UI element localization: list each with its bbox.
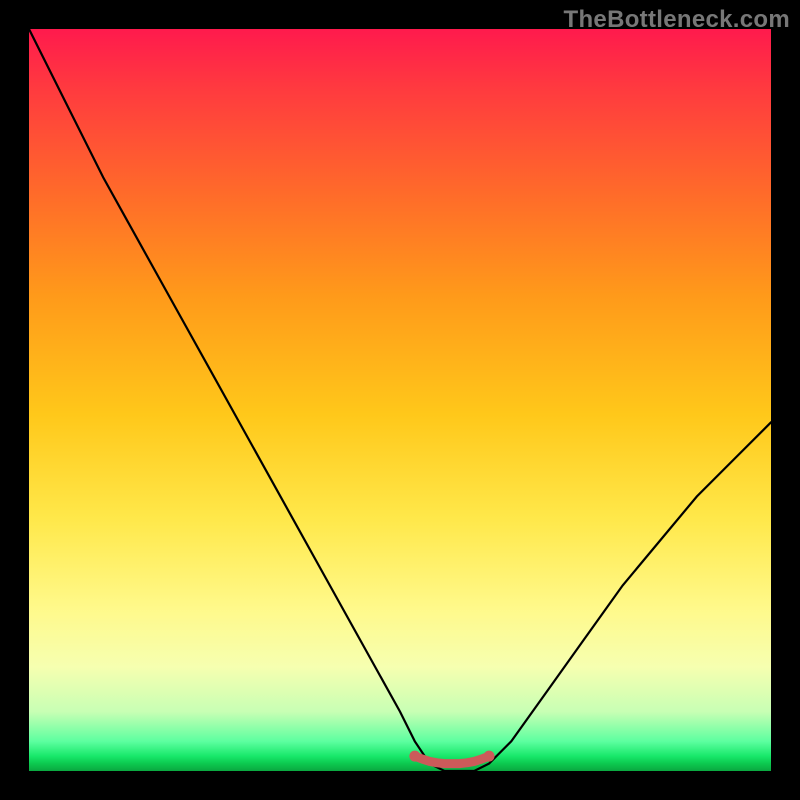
chart-svg bbox=[29, 29, 771, 771]
optimal-marker-path bbox=[415, 756, 489, 763]
watermark-text: TheBottleneck.com bbox=[564, 6, 790, 34]
optimal-marker-dot-left bbox=[409, 751, 420, 762]
optimal-marker-dot-right bbox=[484, 751, 495, 762]
chart-frame: TheBottleneck.com bbox=[0, 0, 800, 800]
bottleneck-curve-path bbox=[29, 29, 771, 771]
plot-area bbox=[29, 29, 771, 771]
